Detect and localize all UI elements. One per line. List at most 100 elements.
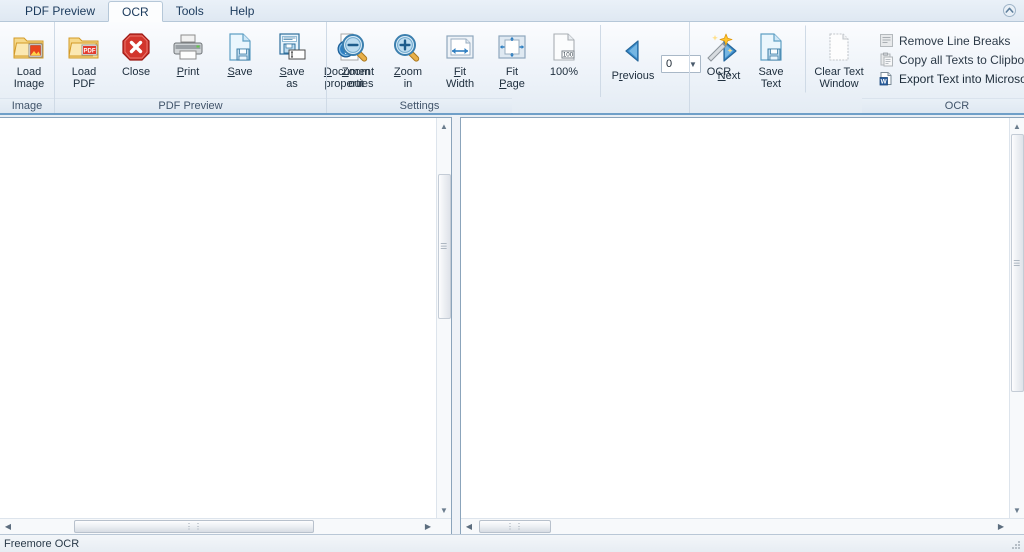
tab-pdf-preview[interactable]: PDF Preview [12,1,108,22]
ocr-button[interactable]: OCR [693,25,745,93]
chevron-up-icon[interactable] [1001,2,1018,19]
svg-text:100: 100 [563,52,574,59]
tab-help[interactable]: Help [217,1,268,22]
tab-ocr-label: OCR [122,5,149,19]
vertical-scroll-track[interactable]: ☰ [1010,134,1024,502]
ribbon-tab-strip: PDF Preview OCR Tools Help [0,0,1024,22]
zoom-in-button[interactable]: Zoom in [382,25,434,93]
clear-text-window-button[interactable]: Clear Text Window [805,25,867,93]
fit-page-label-line1: Fit [505,66,519,78]
zoom-in-label-line2: in [403,78,413,90]
page-100-icon: 100 [549,30,579,64]
ocr-text-canvas[interactable]: ▲ ☰ ▼ [461,118,1024,518]
ribbon-group-ocr-label: OCR [862,98,1024,113]
export-text-into-microsoft-word-label: Export Text into Microsoft Word [899,71,1024,86]
load-image-label-line1: Load [16,66,42,78]
scroll-right-icon[interactable]: ▶ [420,519,436,534]
triangle-left-icon [620,34,646,68]
remove-line-breaks-button[interactable]: Remove Line Breaks [873,31,1024,50]
load-pdf-label-line1: Load [71,66,97,78]
fit-width-icon [444,30,476,64]
pane-splitter[interactable] [452,115,460,534]
tab-tools-label: Tools [175,4,204,18]
ocr-text-horizontal-scrollbar[interactable]: ◀ ⋮⋮ ▶ [461,518,1024,534]
application-window: PDF Preview OCR Tools Help Load Image Im… [0,0,1024,552]
scroll-up-icon[interactable]: ▲ [437,118,452,134]
printer-icon [172,30,204,64]
save-as-button[interactable]: Save as [266,25,318,93]
clipboard-icon [878,52,894,68]
scroll-down-icon[interactable]: ▼ [437,502,452,518]
close-label: Close [121,66,151,78]
horizontal-scroll-track[interactable]: ⋮⋮ [16,519,420,534]
blank-page-icon [825,30,853,64]
ocr-button-label: OCR [706,66,732,78]
ribbon: Load Image Image PDF Load PDF Close Prin… [0,22,1024,115]
zoom-out-label-line1: Zoom [341,66,371,78]
folder-pdf-icon: PDF [67,30,101,64]
copy-all-texts-to-clipboard-label: Copy all Texts to Clipboard [899,52,1024,67]
zoom-100-label: 100% [549,66,579,78]
pdf-preview-pane[interactable]: ▲ ☰ ▼ ◀ ⋮⋮ ▶ [0,117,452,534]
zoom-out-label-line2: out [348,78,364,90]
tab-ocr[interactable]: OCR [108,1,163,22]
fit-page-icon [496,30,528,64]
zoom-out-button[interactable]: Zoom out [330,25,382,93]
resize-grip-icon[interactable] [1008,537,1022,551]
scroll-down-icon[interactable]: ▼ [1010,502,1024,518]
ribbon-group-ocr: OCR Save Text Clear Text Window Remove L… [689,22,1024,113]
ribbon-group-settings: Zoom out Zoom in Fit Width Fit Page 100 … [326,22,740,113]
ocr-text-pane[interactable]: ▲ ☰ ▼ ◀ ⋮⋮ ▶ [460,117,1024,534]
scroll-left-icon[interactable]: ◀ [0,519,16,534]
page-number-value: 0 [666,58,673,70]
load-image-button[interactable]: Load Image [3,25,55,93]
close-button[interactable]: Close [110,25,162,93]
horizontal-scroll-track[interactable]: ⋮⋮ [477,519,993,534]
vertical-scroll-thumb[interactable]: ☰ [1010,134,1024,392]
vertical-scroll-thumb[interactable]: ☰ [437,174,451,319]
status-bar-text: Freemore OCR [4,537,80,550]
zoom-100-button[interactable]: 100 100% [538,25,590,93]
work-area: ▲ ☰ ▼ ◀ ⋮⋮ ▶ ▲ ☰ ▼ ◀ ⋮⋮ ▶ [0,115,1024,534]
horizontal-scroll-thumb[interactable]: ⋮⋮ [479,520,551,533]
scroll-left-icon[interactable]: ◀ [461,519,477,534]
previous-page-label: Previous [611,70,655,82]
tab-help-label: Help [229,4,255,18]
save-text-button[interactable]: Save Text [745,25,797,93]
status-bar: Freemore OCR [0,534,1024,552]
word-export-icon: W [878,71,894,87]
load-pdf-label-line2: PDF [73,78,95,90]
pdf-preview-vertical-scrollbar[interactable]: ▲ ☰ ▼ [436,118,451,518]
load-image-label-line2: Image [13,78,45,90]
scroll-up-icon[interactable]: ▲ [1010,118,1024,134]
scroll-right-icon[interactable]: ▶ [993,519,1009,534]
save-as-label-line1: Save [279,66,305,78]
horizontal-scroll-thumb[interactable]: ⋮⋮ [74,520,314,533]
ribbon-group-image: Load Image Image [0,22,54,113]
fit-page-label-line2: Page [499,78,525,90]
pdf-preview-canvas[interactable]: ▲ ☰ ▼ [0,118,451,518]
clear-text-window-label-line2: Window [819,78,859,90]
save-as-label-line2: as [286,78,298,90]
ribbon-group-settings-label: Settings [327,98,512,113]
print-button[interactable]: Print [162,25,214,93]
save-as-icon [276,30,308,64]
copy-all-texts-to-clipboard-button[interactable]: Copy all Texts to Clipboard [873,50,1024,69]
save-button[interactable]: Save [214,25,266,93]
fit-page-button[interactable]: Fit Page [486,25,538,93]
tab-tools[interactable]: Tools [163,1,217,22]
save-label: Save [227,66,253,78]
vertical-scroll-track[interactable]: ☰ [437,134,452,502]
export-text-into-microsoft-word-button[interactable]: W Export Text into Microsoft Word [873,69,1024,88]
clear-text-window-label-line1: Clear Text [814,66,864,78]
save-document-icon [225,30,255,64]
fit-width-button[interactable]: Fit Width [434,25,486,93]
save-text-label-line2: Text [760,78,782,90]
remove-line-breaks-label: Remove Line Breaks [899,33,1011,48]
ocr-text-vertical-scrollbar[interactable]: ▲ ☰ ▼ [1009,118,1024,518]
load-pdf-button[interactable]: PDF Load PDF [58,25,110,93]
fit-width-label-line2: Width [445,78,475,90]
pdf-preview-horizontal-scrollbar[interactable]: ◀ ⋮⋮ ▶ [0,518,451,534]
previous-page-button[interactable]: Previous [611,29,655,97]
line-breaks-icon [878,33,894,49]
